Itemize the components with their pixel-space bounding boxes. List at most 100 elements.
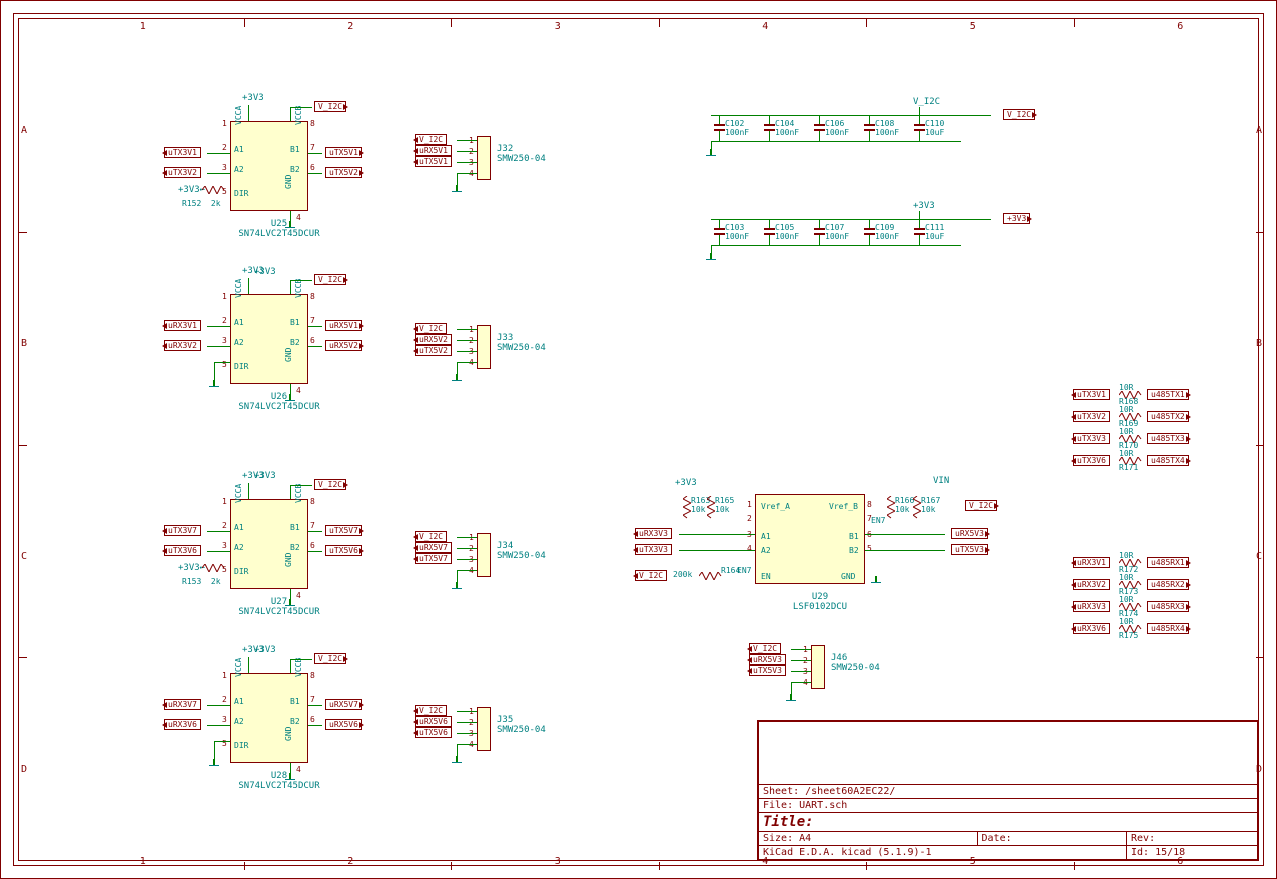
pin-label: B2 [290, 338, 300, 347]
net-label: uTX5V6 [325, 545, 362, 556]
conn-ref: J46SMW250-04 [831, 653, 880, 673]
resistor-ref: R16610k [895, 496, 914, 514]
cap-ref: C108100nF [875, 119, 899, 137]
ic-ref: U29LSF0102DCU [745, 592, 895, 612]
pin-num: 3 [222, 336, 227, 345]
cap-ref: C107100nF [825, 223, 849, 241]
pin-num: 1 [222, 292, 227, 301]
id: Id: 15/18 [1127, 846, 1258, 860]
conn-ref: J35SMW250-04 [497, 715, 546, 735]
resistor-ref: 10R [1119, 405, 1133, 414]
pin-label: A1 [234, 523, 244, 532]
gnd-symbol [285, 394, 295, 404]
grid-row-label: D [1256, 764, 1262, 775]
cap-plate [914, 124, 925, 126]
pin-num: 1 [747, 500, 752, 509]
net-label: uTX3V6 [164, 545, 201, 556]
power-label: +3V3 [254, 267, 276, 277]
pin-label: B1 [290, 145, 300, 154]
pin-num: 1 [222, 671, 227, 680]
pin-label: VCCA [234, 484, 243, 503]
net-label: V_I2C [415, 531, 447, 542]
resistor-ref: R175 [1119, 631, 1138, 640]
gnd-symbol [285, 773, 295, 783]
net-label: uTX3V2 [1073, 411, 1110, 422]
gnd-symbol [706, 253, 716, 263]
pin-num: 8 [310, 292, 315, 301]
pin-label: VCCB [294, 484, 303, 503]
net-label: V_I2C [749, 643, 781, 654]
net-label: uTX5V3 [951, 544, 988, 555]
pin-num: 1 [222, 497, 227, 506]
pin-label: A2 [761, 546, 771, 555]
net-label: uTX3V6 [1073, 455, 1110, 466]
connector-J46 [811, 645, 825, 689]
sheet-file: File: UART.sch [759, 799, 1258, 813]
net-label: uRX5V1 [415, 145, 452, 156]
title: Title: [759, 813, 1258, 832]
net-label: uRX3V2 [1073, 579, 1110, 590]
gnd-symbol [871, 576, 881, 586]
grid-row-label: C [1256, 551, 1262, 562]
pin-num: 2 [747, 514, 752, 523]
grid-col-label: 6 [1177, 856, 1183, 867]
net-label: uRX3V1 [1073, 557, 1110, 568]
pin-label: A1 [234, 697, 244, 706]
net-label: uRX3V6 [164, 719, 201, 730]
pin-num: 8 [310, 497, 315, 506]
pin-label: VCCB [294, 658, 303, 677]
net-label: V_I2C [415, 705, 447, 716]
gnd-symbol [786, 694, 796, 704]
connector-J32 [477, 136, 491, 180]
pin-label: GND [284, 727, 293, 741]
net-label: u485TX4 [1147, 455, 1189, 466]
net-label: uRX5V6 [325, 719, 362, 730]
net-label: uTX3V2 [164, 167, 201, 178]
net-label: uRX5V2 [325, 340, 362, 351]
net-label: V_I2C [415, 134, 447, 145]
grid-col-label: 3 [555, 21, 561, 32]
power-label: VIN [933, 476, 949, 486]
pin-num: 6 [310, 715, 315, 724]
resistor-ref: 10R [1119, 573, 1133, 582]
net-label: uTX3V1 [1073, 389, 1110, 400]
cap-plate [914, 228, 925, 230]
pin-label: DIR [234, 567, 248, 576]
gnd-symbol [452, 582, 462, 592]
power-label: +3V3 [254, 471, 276, 481]
net-label: uTX5V1 [415, 156, 452, 167]
net-label: V_I2C [635, 570, 667, 581]
net-label: u485RX2 [1147, 579, 1189, 590]
pin-num: 6 [310, 163, 315, 172]
pin-label: B2 [290, 165, 300, 174]
power-label: +3V3 [913, 201, 935, 211]
grid-col-label: 3 [555, 856, 561, 867]
net-label: uRX5V2 [415, 334, 452, 345]
grid-row-label: D [21, 764, 27, 775]
conn-ref: J32SMW250-04 [497, 144, 546, 164]
net-label: uTX5V7 [325, 525, 362, 536]
cap-ref: C11110uF [925, 223, 944, 241]
net-label: uRX3V3 [635, 528, 672, 539]
grid-col-label: 2 [347, 21, 353, 32]
pin-label: DIR [234, 189, 248, 198]
grid-col-label: 5 [970, 856, 976, 867]
net-label: u485RX4 [1147, 623, 1189, 634]
cap-plate [764, 228, 775, 230]
pin-num: 2 [222, 143, 227, 152]
resistor-ref: 10R [1119, 427, 1133, 436]
cap-plate [714, 228, 725, 230]
pin-label: B2 [849, 546, 859, 555]
pin-num: 7 [310, 316, 315, 325]
gnd-symbol [706, 149, 716, 159]
resistor-ref: R152 2k [182, 199, 221, 208]
net-label: uTX5V2 [415, 345, 452, 356]
date: Date: [977, 832, 1127, 846]
net-label: uTX5V1 [325, 147, 362, 158]
pin-label: VCCB [294, 279, 303, 298]
pin-label: A2 [234, 543, 244, 552]
pin-label: GND [284, 348, 293, 362]
grid-col-label: 4 [762, 21, 768, 32]
grid-row-label: C [21, 551, 27, 562]
cap-ref: C103100nF [725, 223, 749, 241]
